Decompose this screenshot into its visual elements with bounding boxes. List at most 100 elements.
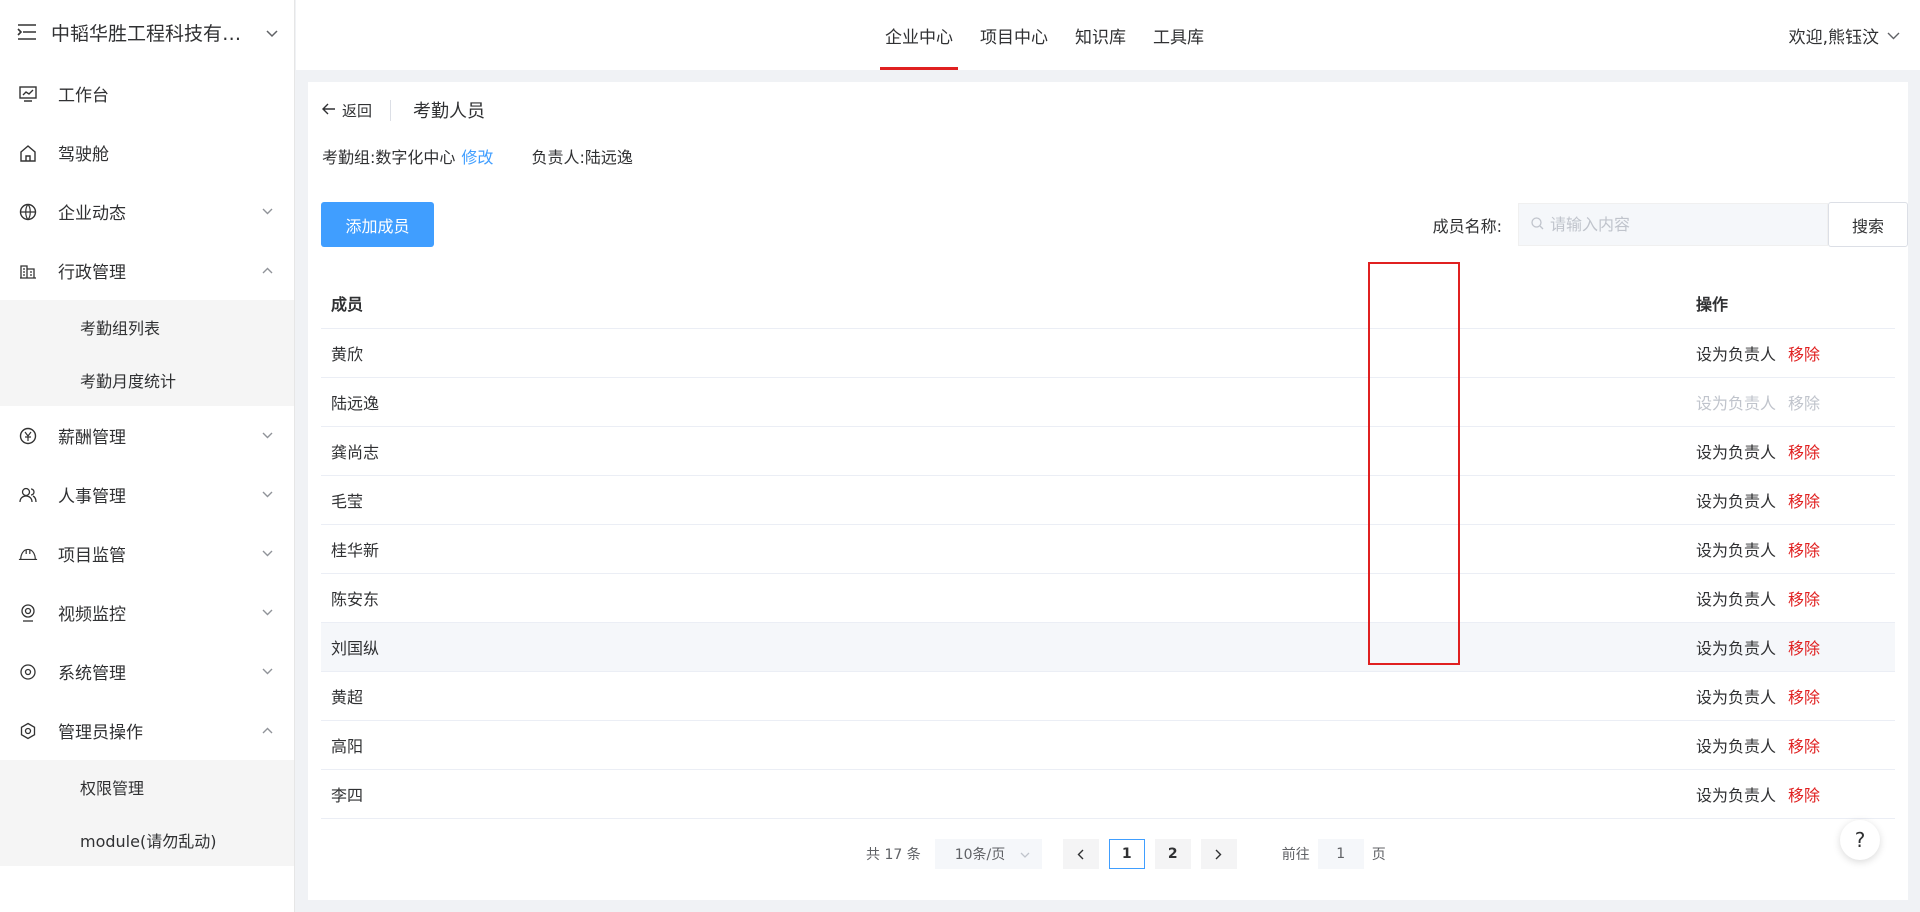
remove-button[interactable]: 移除 xyxy=(1788,733,1820,757)
action-cell: 设为负责人 移除 xyxy=(1686,733,1820,757)
remove-button[interactable]: 移除 xyxy=(1788,684,1820,708)
action-cell: 设为负责人 移除 xyxy=(1686,488,1820,512)
search-field[interactable] xyxy=(1518,203,1828,246)
tab-enterprise-center[interactable]: 企业中心 xyxy=(880,0,958,70)
search-input[interactable] xyxy=(1550,215,1810,234)
pagination: 共 17 条 10条/页 1 2 前往 1 页 xyxy=(866,839,1386,869)
member-name: 黄欣 xyxy=(331,345,364,364)
action-cell: 设为负责人 移除 xyxy=(1686,390,1820,414)
sidebar-item-admin[interactable]: 行政管理 xyxy=(0,241,294,300)
action-cell: 设为负责人 移除 xyxy=(1686,635,1820,659)
next-page-button[interactable] xyxy=(1200,839,1237,869)
member-name: 黄超 xyxy=(331,688,364,707)
table-row: 陆远逸 设为负责人 移除 xyxy=(321,378,1895,427)
set-owner-button[interactable]: 设为负责人 xyxy=(1696,439,1776,463)
submenu-attendance-monthly[interactable]: 考勤月度统计 xyxy=(0,353,294,406)
table-body: 黄欣 设为负责人 移除 陆远逸 设为负责人 移除 龚尚志 设为负责人 移除 毛莹 设为负责人 移除 桂华… xyxy=(321,329,1895,819)
set-owner-button[interactable]: 设为负责人 xyxy=(1696,782,1776,806)
page-title: 考勤人员 xyxy=(413,101,486,122)
set-owner-button[interactable]: 设为负责人 xyxy=(1696,537,1776,561)
page-size-value: 10条/页 xyxy=(954,847,1006,863)
table-header: 成员 操作 xyxy=(321,278,1895,329)
sidebar-item-label: 行政管理 xyxy=(58,263,126,283)
page-button-2[interactable]: 2 xyxy=(1154,839,1191,869)
submenu-permissions[interactable]: 权限管理 xyxy=(0,760,294,813)
member-name: 陆远逸 xyxy=(331,394,380,413)
sidebar-item-label: 项目监管 xyxy=(58,546,126,566)
settings-icon xyxy=(18,662,38,682)
chevron-down-icon xyxy=(260,429,274,443)
chevron-down-icon[interactable] xyxy=(266,23,278,42)
page-size-select[interactable]: 10条/页 xyxy=(934,839,1042,869)
prev-page-button[interactable] xyxy=(1062,839,1099,869)
sidebar-item-project[interactable]: 项目监管 xyxy=(0,524,294,583)
back-button[interactable]: 返回 xyxy=(322,99,392,121)
chevron-down-icon xyxy=(1020,846,1030,862)
sidebar-item-workbench[interactable]: 工作台 xyxy=(0,64,294,123)
member-name: 龚尚志 xyxy=(331,443,380,462)
yen-icon xyxy=(18,426,38,446)
total-count: 共 17 条 xyxy=(866,847,921,863)
remove-button[interactable]: 移除 xyxy=(1788,439,1820,463)
group-label: 考勤组: xyxy=(322,148,376,167)
help-button[interactable]: ? xyxy=(1840,820,1880,860)
top-bar: 企业中心 项目中心 知识库 工具库 欢迎,熊钰汶 xyxy=(296,0,1920,70)
add-member-button[interactable]: 添加成员 xyxy=(321,202,434,247)
set-owner-button[interactable]: 设为负责人 xyxy=(1696,488,1776,512)
set-owner-button[interactable]: 设为负责人 xyxy=(1696,635,1776,659)
menu-collapse-icon[interactable] xyxy=(16,21,37,43)
action-cell: 设为负责人 移除 xyxy=(1686,782,1820,806)
remove-button[interactable]: 移除 xyxy=(1788,488,1820,512)
tab-toolbox[interactable]: 工具库 xyxy=(1148,0,1209,70)
sidebar-item-label: 人事管理 xyxy=(58,487,126,507)
top-nav: 企业中心 项目中心 知识库 工具库 xyxy=(880,0,1226,70)
edit-group-link[interactable]: 修改 xyxy=(461,144,493,168)
sidebar-item-salary[interactable]: 薪酬管理 xyxy=(0,406,294,465)
table-row: 李四 设为负责人 移除 xyxy=(321,770,1895,819)
search-area: 成员名称: 搜索 xyxy=(1433,202,1908,247)
remove-button[interactable]: 移除 xyxy=(1788,586,1820,610)
goto-page-input[interactable]: 1 xyxy=(1317,839,1364,869)
table-row: 刘国纵 设为负责人 移除 xyxy=(321,623,1895,672)
sidebar-item-news[interactable]: 企业动态 xyxy=(0,182,294,241)
remove-button[interactable]: 移除 xyxy=(1788,341,1820,365)
goto-page: 前往 1 页 xyxy=(1282,839,1386,869)
sidebar-item-cockpit[interactable]: 驾驶舱 xyxy=(0,123,294,182)
member-name: 桂华新 xyxy=(331,541,380,560)
sidebar-item-label: 企业动态 xyxy=(58,204,126,224)
member-name: 李四 xyxy=(331,786,364,805)
remove-button[interactable]: 移除 xyxy=(1788,635,1820,659)
user-menu[interactable]: 欢迎,熊钰汶 xyxy=(1789,0,1900,70)
chevron-down-icon xyxy=(260,205,274,219)
remove-button[interactable]: 移除 xyxy=(1788,782,1820,806)
chevron-down-icon xyxy=(260,665,274,679)
tab-project-center[interactable]: 项目中心 xyxy=(975,0,1053,70)
set-owner-button[interactable]: 设为负责人 xyxy=(1696,684,1776,708)
sidebar-item-manager-ops[interactable]: 管理员操作 xyxy=(0,701,294,760)
admin-settings-icon xyxy=(18,721,38,741)
sidebar-item-label: 驾驶舱 xyxy=(58,145,109,165)
member-name: 毛莹 xyxy=(331,492,364,511)
owner-name: 陆远逸 xyxy=(584,148,633,167)
search-button[interactable]: 搜索 xyxy=(1828,202,1908,247)
brand-header[interactable]: 中韬华胜工程科技有限... xyxy=(0,0,294,64)
chevron-down-icon xyxy=(260,606,274,620)
remove-button[interactable]: 移除 xyxy=(1788,537,1820,561)
tab-knowledge-base[interactable]: 知识库 xyxy=(1070,0,1131,70)
page-header: 返回 考勤人员 xyxy=(322,96,485,124)
chevron-down-icon xyxy=(260,547,274,561)
page-button-1[interactable]: 1 xyxy=(1108,839,1145,869)
sidebar-item-system[interactable]: 系统管理 xyxy=(0,642,294,701)
submenu-attendance-groups[interactable]: 考勤组列表 xyxy=(0,300,294,353)
sidebar-item-video[interactable]: 视频监控 xyxy=(0,583,294,642)
sidebar-item-hr[interactable]: 人事管理 xyxy=(0,465,294,524)
table-row: 高阳 设为负责人 移除 xyxy=(321,721,1895,770)
submenu-module[interactable]: module(请勿乱动) xyxy=(0,813,294,866)
manager-submenu: 权限管理 module(请勿乱动) xyxy=(0,760,294,866)
table-row: 龚尚志 设为负责人 移除 xyxy=(321,427,1895,476)
set-owner-button[interactable]: 设为负责人 xyxy=(1696,586,1776,610)
set-owner-button[interactable]: 设为负责人 xyxy=(1696,341,1776,365)
chevron-up-icon xyxy=(260,724,274,738)
set-owner-button[interactable]: 设为负责人 xyxy=(1696,733,1776,757)
action-cell: 设为负责人 移除 xyxy=(1686,439,1820,463)
